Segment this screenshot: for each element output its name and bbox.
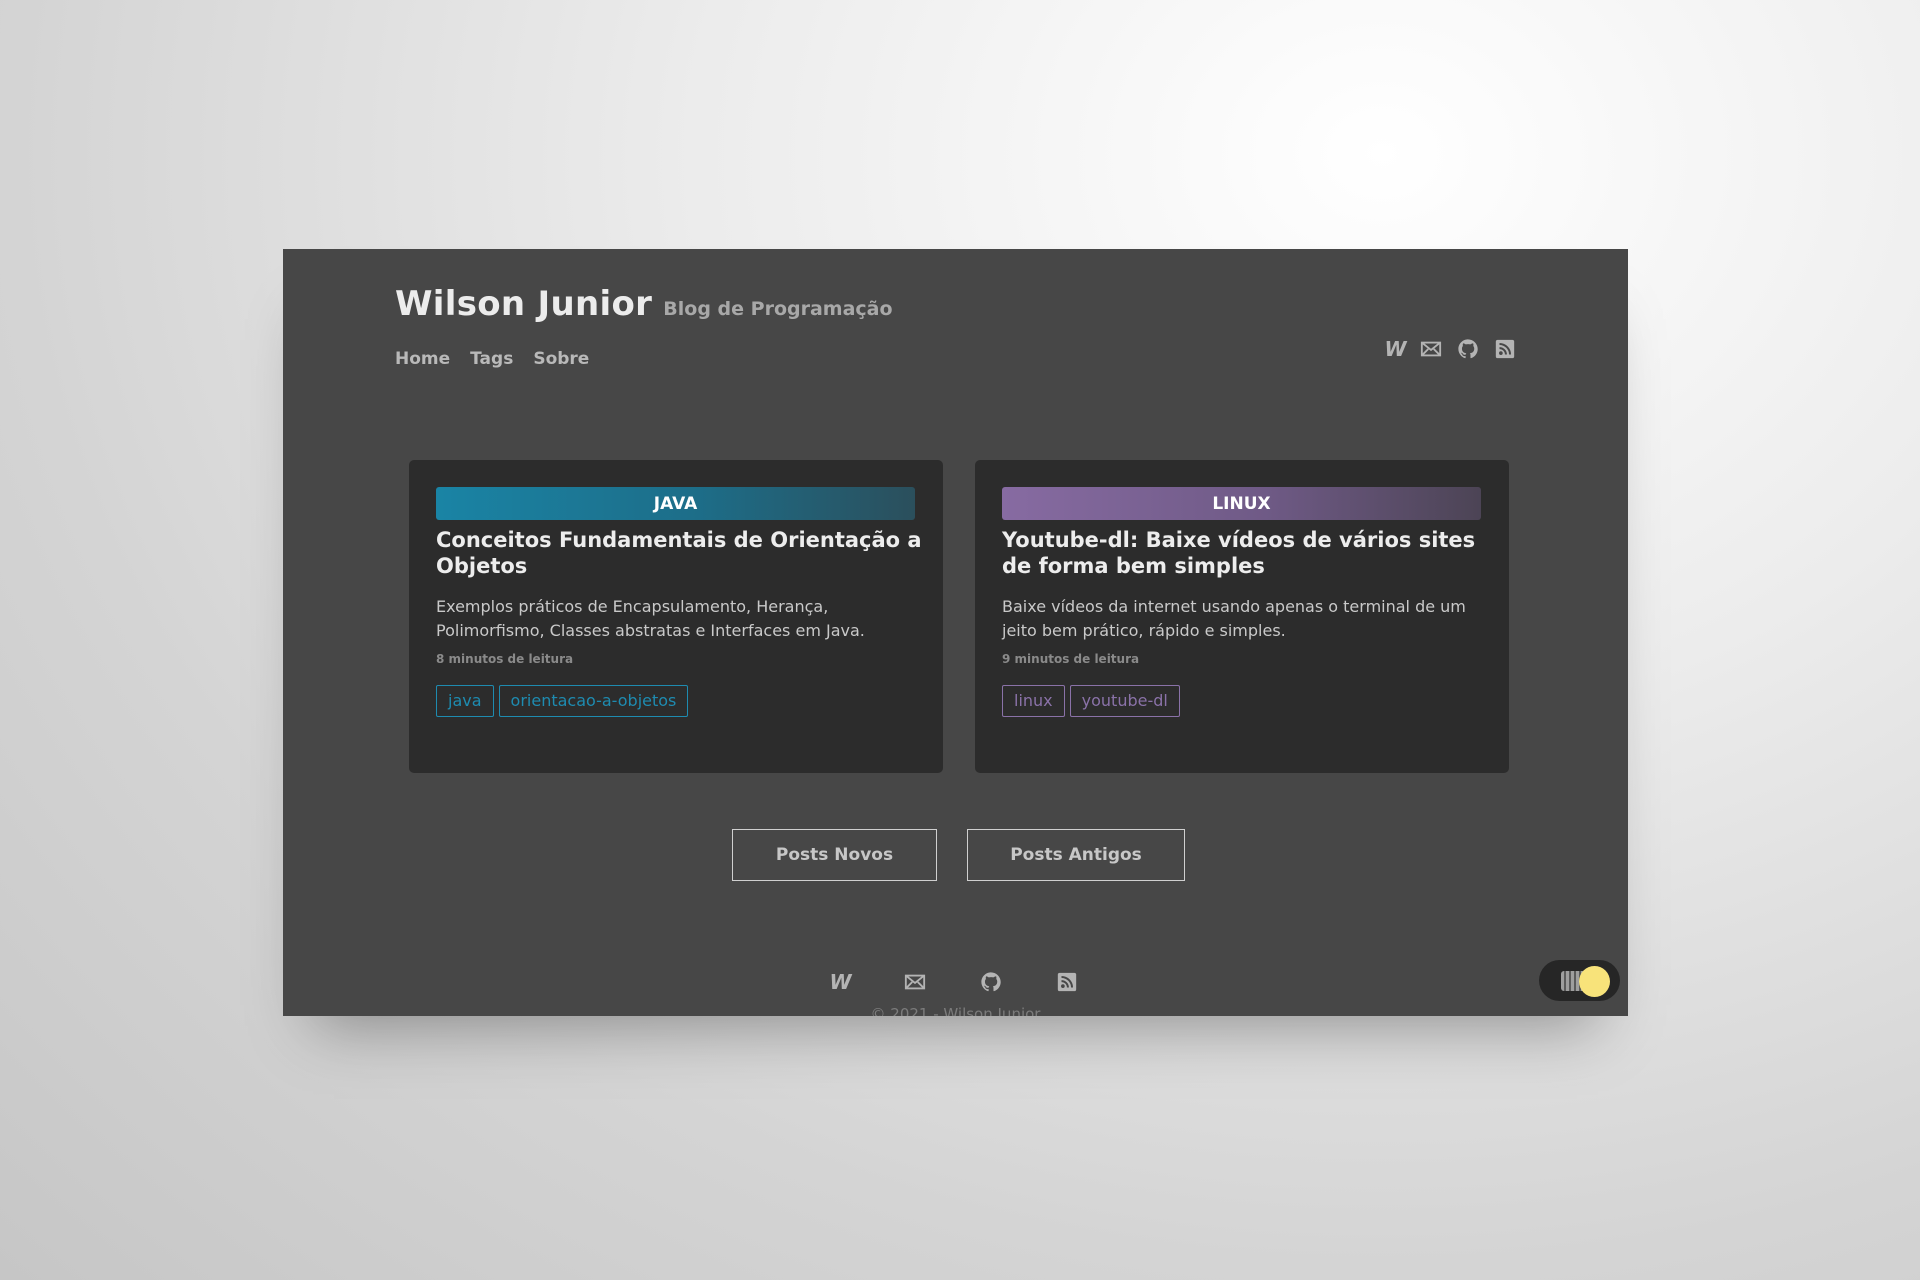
browser-viewport: Wilson Junior Blog de Programação Home T…: [283, 249, 1628, 1016]
mail-icon[interactable]: [1419, 337, 1443, 361]
main-nav: Home Tags Sobre: [395, 349, 589, 369]
header-social-links: W: [1382, 337, 1517, 361]
nav-home[interactable]: Home: [395, 349, 450, 369]
older-posts-button[interactable]: Posts Antigos: [967, 829, 1185, 881]
tag-linux[interactable]: linux: [1002, 685, 1065, 717]
site-title[interactable]: Wilson Junior: [395, 284, 652, 324]
post-title[interactable]: Youtube-dl: Baixe vídeos de vários sites…: [1002, 527, 1492, 579]
nav-tags[interactable]: Tags: [470, 349, 513, 369]
category-badge[interactable]: LINUX: [1002, 487, 1481, 520]
tag-list: java orientacao-a-objetos: [436, 685, 689, 717]
post-title[interactable]: Conceitos Fundamentais de Orientação a O…: [436, 527, 926, 579]
site-subtitle: Blog de Programação: [663, 298, 893, 320]
rss-icon[interactable]: [1493, 337, 1517, 361]
github-icon[interactable]: [979, 970, 1003, 994]
tag-list: linux youtube-dl: [1002, 685, 1180, 717]
w-logo-icon[interactable]: W: [827, 970, 851, 994]
rss-icon[interactable]: [1055, 970, 1079, 994]
mail-icon[interactable]: [903, 970, 927, 994]
tag-java[interactable]: java: [436, 685, 494, 717]
sun-icon: [1579, 966, 1610, 997]
post-card: JAVA Conceitos Fundamentais de Orientaçã…: [409, 460, 943, 773]
newer-posts-button[interactable]: Posts Novos: [732, 829, 937, 881]
reading-time: 8 minutos de leitura: [436, 652, 574, 666]
theme-toggle[interactable]: [1539, 960, 1620, 1001]
tag-youtube-dl[interactable]: youtube-dl: [1069, 685, 1180, 717]
copyright-text: © 2021 - Wilson Junior: [870, 1005, 1041, 1016]
post-card: LINUX Youtube-dl: Baixe vídeos de vários…: [975, 460, 1509, 773]
tag-orientacao-a-objetos[interactable]: orientacao-a-objetos: [498, 685, 689, 717]
reading-time: 9 minutos de leitura: [1002, 652, 1140, 666]
site-brand: Wilson Junior Blog de Programação: [395, 284, 893, 324]
github-icon[interactable]: [1456, 337, 1480, 361]
w-logo-icon[interactable]: W: [1382, 337, 1406, 361]
footer-social-links: W: [827, 970, 1079, 994]
post-excerpt: Exemplos práticos de Encapsulamento, Her…: [436, 597, 865, 640]
category-badge[interactable]: JAVA: [436, 487, 915, 520]
nav-about[interactable]: Sobre: [533, 349, 589, 369]
post-excerpt: Baixe vídeos da internet usando apenas o…: [1002, 597, 1466, 640]
